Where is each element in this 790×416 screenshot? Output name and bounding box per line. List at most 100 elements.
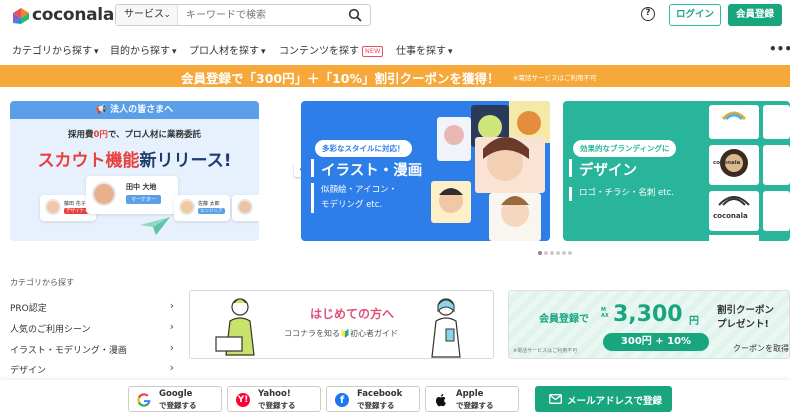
profile-tag: エンジニア (198, 208, 225, 214)
category-row[interactable]: イラスト・モデリング・漫画 › (10, 339, 174, 359)
yahoo-signup-button[interactable]: Y! Yahoo! で登録する (227, 386, 321, 412)
card-title: イラスト・漫画 (321, 163, 423, 179)
nav-item-label: カテゴリから探す (12, 46, 92, 57)
promo-note: ※電話サービスはご利用不可 (513, 74, 597, 82)
beginner-guide-banner[interactable]: はじめての方へ ココナラを知る🔰初心者ガイド (189, 290, 494, 359)
profile-card (232, 195, 259, 221)
card-accent-line (311, 183, 314, 213)
social-name: Apple (456, 389, 484, 399)
yahoo-icon: Y! (236, 393, 250, 407)
carousel-card-scout[interactable]: 📢 法人の皆さまへ 採用費0円で、プロ人材に業務委託 スカウト機能新リリース! … (10, 101, 259, 241)
card-desc-line: 似顔絵・アイコン・ (321, 185, 398, 195)
nav-item-category[interactable]: カテゴリから探す ▾ (12, 42, 99, 57)
beginner-title: はじめての方へ (310, 307, 395, 321)
card-desc-line: モデリング etc. (321, 200, 383, 210)
profile-name: 藤田 花子 (64, 201, 86, 207)
category-label: PRO認定 (10, 304, 47, 314)
register-button[interactable]: 会員登録 (728, 4, 782, 26)
category-label: デザイン (10, 366, 47, 376)
coupon-title-line2: プレゼント! (717, 319, 769, 330)
google-icon (137, 393, 151, 407)
avatar (92, 182, 116, 206)
chevron-right-icon: › (169, 341, 174, 354)
card-subtitle: 採用費0円で、プロ人材に業務委託 (10, 128, 259, 140)
chevron-right-icon: › (169, 361, 174, 374)
coupon-yen: 円 (689, 316, 699, 327)
new-badge: NEW (362, 46, 384, 57)
avatar (237, 199, 253, 215)
card-accent-line (569, 159, 572, 177)
logo-samples-image (709, 105, 790, 241)
logo-text[interactable]: coconala (32, 5, 114, 25)
nav-item-contents[interactable]: コンテンツを探す NEW (279, 42, 384, 57)
promo-text: 会員登録で「300円」＋「10%」割引クーポンを獲得！ (181, 71, 500, 86)
subtitle-highlight: 0円 (93, 130, 108, 140)
beginner-subtitle: ココナラを知る🔰初心者ガイド (284, 329, 398, 338)
social-name: Google (159, 389, 193, 399)
google-signup-button[interactable]: Google で登録する (128, 386, 222, 412)
nav-item-label: 仕事を探す (396, 46, 446, 57)
social-sub: で登録する (258, 401, 296, 410)
social-sub: で登録する (456, 401, 494, 410)
category-row[interactable]: デザイン › (10, 359, 174, 379)
paper-plane-icon (140, 217, 170, 235)
coupon-detail-pill: 300円 + 10% (603, 333, 709, 351)
card-accent-line (311, 159, 314, 177)
email-signup-label: メールアドレスで登録 (567, 396, 663, 407)
chevron-down-icon: ▾ (94, 47, 99, 57)
nav-item-jobs[interactable]: 仕事を探す ▾ (396, 42, 453, 57)
coupon-banner[interactable]: 会員登録で MAX 3,300 円 割引クーポン プレゼント! 300円 + 1… (508, 290, 790, 359)
card-description: ロゴ・チラシ・名刺 etc. (579, 188, 674, 198)
signup-bar: Google で登録する Y! Yahoo! で登録する f Facebook … (0, 380, 790, 416)
category-row[interactable]: PRO認定 › (10, 297, 174, 317)
profile-card: 佐藤 太郎 エンジニア (174, 195, 230, 221)
login-button[interactable]: ログイン (669, 4, 721, 26)
avatar (45, 199, 61, 215)
nav-item-purpose[interactable]: 目的から探す ▾ (110, 42, 177, 57)
subtitle-prefix: 採用費 (67, 130, 94, 140)
carousel-dot[interactable] (550, 251, 554, 255)
illustration-collage-image (431, 101, 550, 241)
profile-tag: マーケター (126, 195, 162, 204)
carousel-card-illustration[interactable]: 多彩なスタイルに対応！ イラスト・漫画 似顔絵・アイコン・ モデリング etc. (301, 101, 550, 241)
profile-card-main: 田中 大地 マーケター (86, 176, 178, 214)
card-tab-label: 法人の皆さまへ (110, 105, 174, 115)
apple-signup-button[interactable]: Apple で登録する (425, 386, 519, 412)
promo-banner[interactable]: 会員登録で「300円」＋「10%」割引クーポンを獲得！ ※電話サービスはご利用不… (0, 65, 790, 87)
card-description: 似顔絵・アイコン・ モデリング etc. (321, 183, 397, 213)
search-category-select[interactable]: サービス ⌄ (116, 5, 178, 25)
coconala-logo-icon[interactable] (12, 7, 30, 25)
subtitle-suffix: で、プロ人材に業務委託 (107, 130, 202, 140)
chevron-right-icon: › (169, 320, 174, 333)
carousel-dot[interactable] (568, 251, 572, 255)
carousel-dot[interactable] (562, 251, 566, 255)
more-menu-icon[interactable]: ••• (769, 42, 790, 56)
category-row[interactable]: 人気のご利用シーン › (10, 318, 174, 338)
card-accent-line (569, 187, 572, 201)
carousel-dot[interactable] (556, 251, 560, 255)
help-icon[interactable]: ? (641, 7, 655, 21)
category-label: 人気のご利用シーン (10, 325, 91, 335)
search-category-label: サービス (124, 9, 164, 20)
apple-icon (435, 394, 446, 407)
coupon-signup-text: 会員登録で (539, 314, 589, 325)
card-bubble: 効果的なブランディングに (573, 140, 677, 157)
carousel-dot[interactable] (538, 251, 542, 255)
card-title: スカウト機能新リリース! (10, 146, 259, 171)
carousel-card-design[interactable]: 効果的なブランディングに デザイン ロゴ・チラシ・名刺 etc. coconal… (563, 101, 790, 241)
nav-item-pro[interactable]: プロ人材を探す ▾ (189, 42, 266, 57)
coupon-max-label: MAX (601, 307, 609, 319)
search-icon[interactable] (348, 8, 362, 22)
nav-item-label: コンテンツを探す (279, 46, 359, 57)
card-bubble: 多彩なスタイルに対応！ (315, 140, 412, 157)
social-name: Yahoo! (258, 389, 291, 399)
chevron-down-icon: ⌄ (163, 10, 171, 20)
logo-sample-text: coconala (713, 160, 741, 166)
facebook-icon: f (335, 393, 349, 407)
search-input[interactable] (186, 5, 336, 25)
facebook-signup-button[interactable]: f Facebook で登録する (326, 386, 420, 412)
card-title: デザイン (579, 163, 637, 179)
coupon-title-line1: 割引クーポン (717, 305, 775, 316)
email-signup-button[interactable]: メールアドレスで登録 (535, 386, 672, 412)
carousel-dot[interactable] (544, 251, 548, 255)
